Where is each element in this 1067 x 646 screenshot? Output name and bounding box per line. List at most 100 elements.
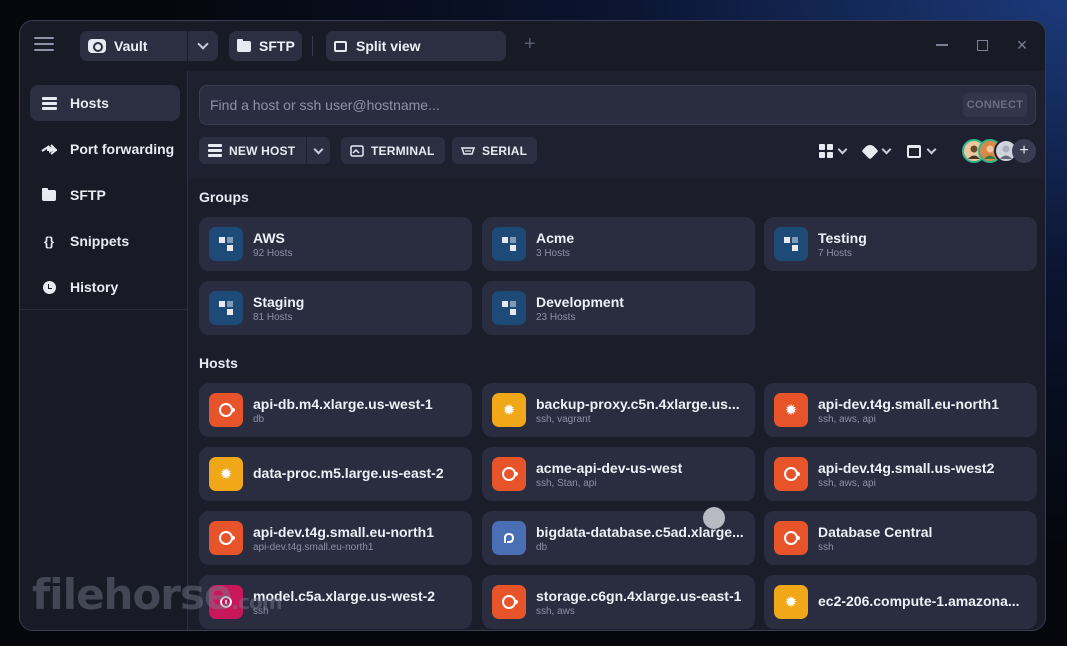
host-card[interactable]: acme-api-dev-us-west ssh, Stan, api [482,447,755,501]
sidebar-item-hosts[interactable]: Hosts [30,85,180,121]
sidebar-item-sftp[interactable]: SFTP [30,177,180,213]
host-card[interactable]: storage.c6gn.4xlarge.us-east-1 ssh, aws [482,575,755,629]
sidebar: Hosts Port forwarding SFTP {} Snippets H… [20,71,188,630]
main-panel: CONNECT NEW HOST TERMINAL SERIAL [189,71,1045,630]
group-icon [209,227,243,261]
maximize-button[interactable] [972,35,992,55]
host-name: Database Central [818,523,933,540]
ubuntu-icon [774,521,808,555]
host-card[interactable]: api-dev.t4g.small.eu-north1 api-dev.t4g.s… [199,511,472,565]
group-icon [492,291,526,325]
sidebar-item-port-forwarding[interactable]: Port forwarding [30,131,180,167]
group-count: 81 Hosts [253,311,293,323]
group-icon [492,227,526,261]
host-tags: ssh, vagrant [536,413,591,425]
terminal-label: TERMINAL [371,143,435,158]
vault-dropdown-button[interactable] [188,31,218,61]
host-card[interactable]: ✹ data-proc.m5.large.us-east-2 [199,447,472,501]
group-card[interactable]: Acme 3 Hosts [482,217,755,271]
grid-icon [819,144,833,158]
ubuntu-icon [492,457,526,491]
sidebar-item-label: History [70,279,119,295]
host-tags: ssh, aws, api [818,413,876,425]
watermark-brand: filehorse [32,570,233,619]
sidebar-item-label: Port forwarding [70,141,175,157]
serial-button[interactable]: SERIAL [452,137,538,164]
group-card[interactable]: Staging 81 Hosts [199,281,472,335]
group-name: Testing [818,229,867,246]
host-name: ec2-206.compute-1.amazona... [818,593,1020,609]
groups-heading: Groups [199,189,249,205]
sidebar-item-history[interactable]: History [30,269,180,305]
new-host-dropdown-button[interactable] [306,137,330,164]
group-card[interactable]: AWS 92 Hosts [199,217,472,271]
host-tags: ssh, aws, api [818,477,876,489]
tag-filter-dropdown[interactable] [861,140,892,162]
tab-split-view[interactable]: Split view [326,31,506,61]
terminal-button[interactable]: TERMINAL [341,137,445,164]
vault-selector-button[interactable]: Vault [80,31,188,61]
serial-port-icon [461,145,475,157]
minimize-button[interactable] [932,35,952,55]
folder-icon [237,38,251,52]
host-name: data-proc.m5.large.us-east-2 [253,465,444,481]
group-card[interactable]: Testing 7 Hosts [764,217,1037,271]
host-name: storage.c6gn.4xlarge.us-east-1 [536,587,742,604]
sort-dropdown[interactable] [907,140,937,162]
ubuntu-icon [492,585,526,619]
gear-icon: ✹ [774,393,808,427]
braces-icon: {} [43,233,55,249]
sidebar-item-label: Snippets [70,233,130,249]
group-icon [209,291,243,325]
vault-icon [88,39,106,53]
host-name: api-db.m4.xlarge.us-west-1 [253,395,433,412]
toolbar: NEW HOST TERMINAL SERIAL + [199,137,1036,164]
content-area: Groups AWS 92 Hosts Acme 3 Hosts Testing 7 … [189,179,1045,630]
host-card[interactable]: ✹ ec2-206.compute-1.amazona... [764,575,1037,629]
host-search-input[interactable] [210,97,963,113]
host-card[interactable]: api-dev.t4g.small.us-west2 ssh, aws, api [764,447,1037,501]
tab-divider [312,36,313,56]
add-member-button[interactable]: + [1012,138,1036,163]
host-name: api-dev.t4g.small.eu-north1 [253,523,434,540]
chevron-down-icon [197,38,209,50]
watermark-suffix: .com [231,590,283,614]
host-card[interactable]: ✹ api-dev.t4g.small.eu-north1 ssh, aws, a… [764,383,1037,437]
view-mode-dropdown[interactable] [819,140,848,162]
group-card[interactable]: Development 23 Hosts [482,281,755,335]
connect-button[interactable]: CONNECT [963,93,1027,117]
hamburger-menu-icon[interactable] [34,37,54,53]
watermark: filehorse.com [32,570,283,619]
group-count: 7 Hosts [818,247,852,259]
group-name: AWS [253,229,285,246]
sidebar-divider [20,309,188,310]
add-tab-button[interactable]: + [524,34,536,54]
sidebar-item-label: SFTP [70,187,106,203]
vault-label: Vault [114,38,148,54]
title-bar: Vault SFTP Split view + × [20,21,1045,71]
host-name: backup-proxy.c5n.4xlarge.us... [536,395,740,412]
gear-icon: ✹ [492,393,526,427]
host-name: acme-api-dev-us-west [536,459,683,476]
maximize-icon [976,39,988,51]
sidebar-item-snippets[interactable]: {} Snippets [30,223,180,259]
folder-icon [40,187,58,201]
host-tags: ssh [253,605,269,617]
gear-icon: ✹ [774,585,808,619]
chevron-down-icon [837,144,848,155]
host-card[interactable]: Database Central ssh [764,511,1037,565]
tag-icon [861,142,879,160]
ubuntu-icon [774,457,808,491]
close-button[interactable]: × [1012,35,1032,55]
chevron-down-icon [926,144,937,155]
host-tags: ssh, aws [536,605,575,617]
server-icon [40,96,58,110]
terminal-icon [334,40,347,52]
fedora-icon [492,521,526,555]
host-name: model.c5a.xlarge.us-west-2 [253,587,436,604]
host-card[interactable]: api-db.m4.xlarge.us-west-1 db [199,383,472,437]
new-host-button[interactable]: NEW HOST [199,137,306,164]
tab-sftp[interactable]: SFTP [229,31,302,61]
host-card[interactable]: ✹ backup-proxy.c5n.4xlarge.us... ssh, vag… [482,383,755,437]
host-tags: ssh [818,541,834,553]
